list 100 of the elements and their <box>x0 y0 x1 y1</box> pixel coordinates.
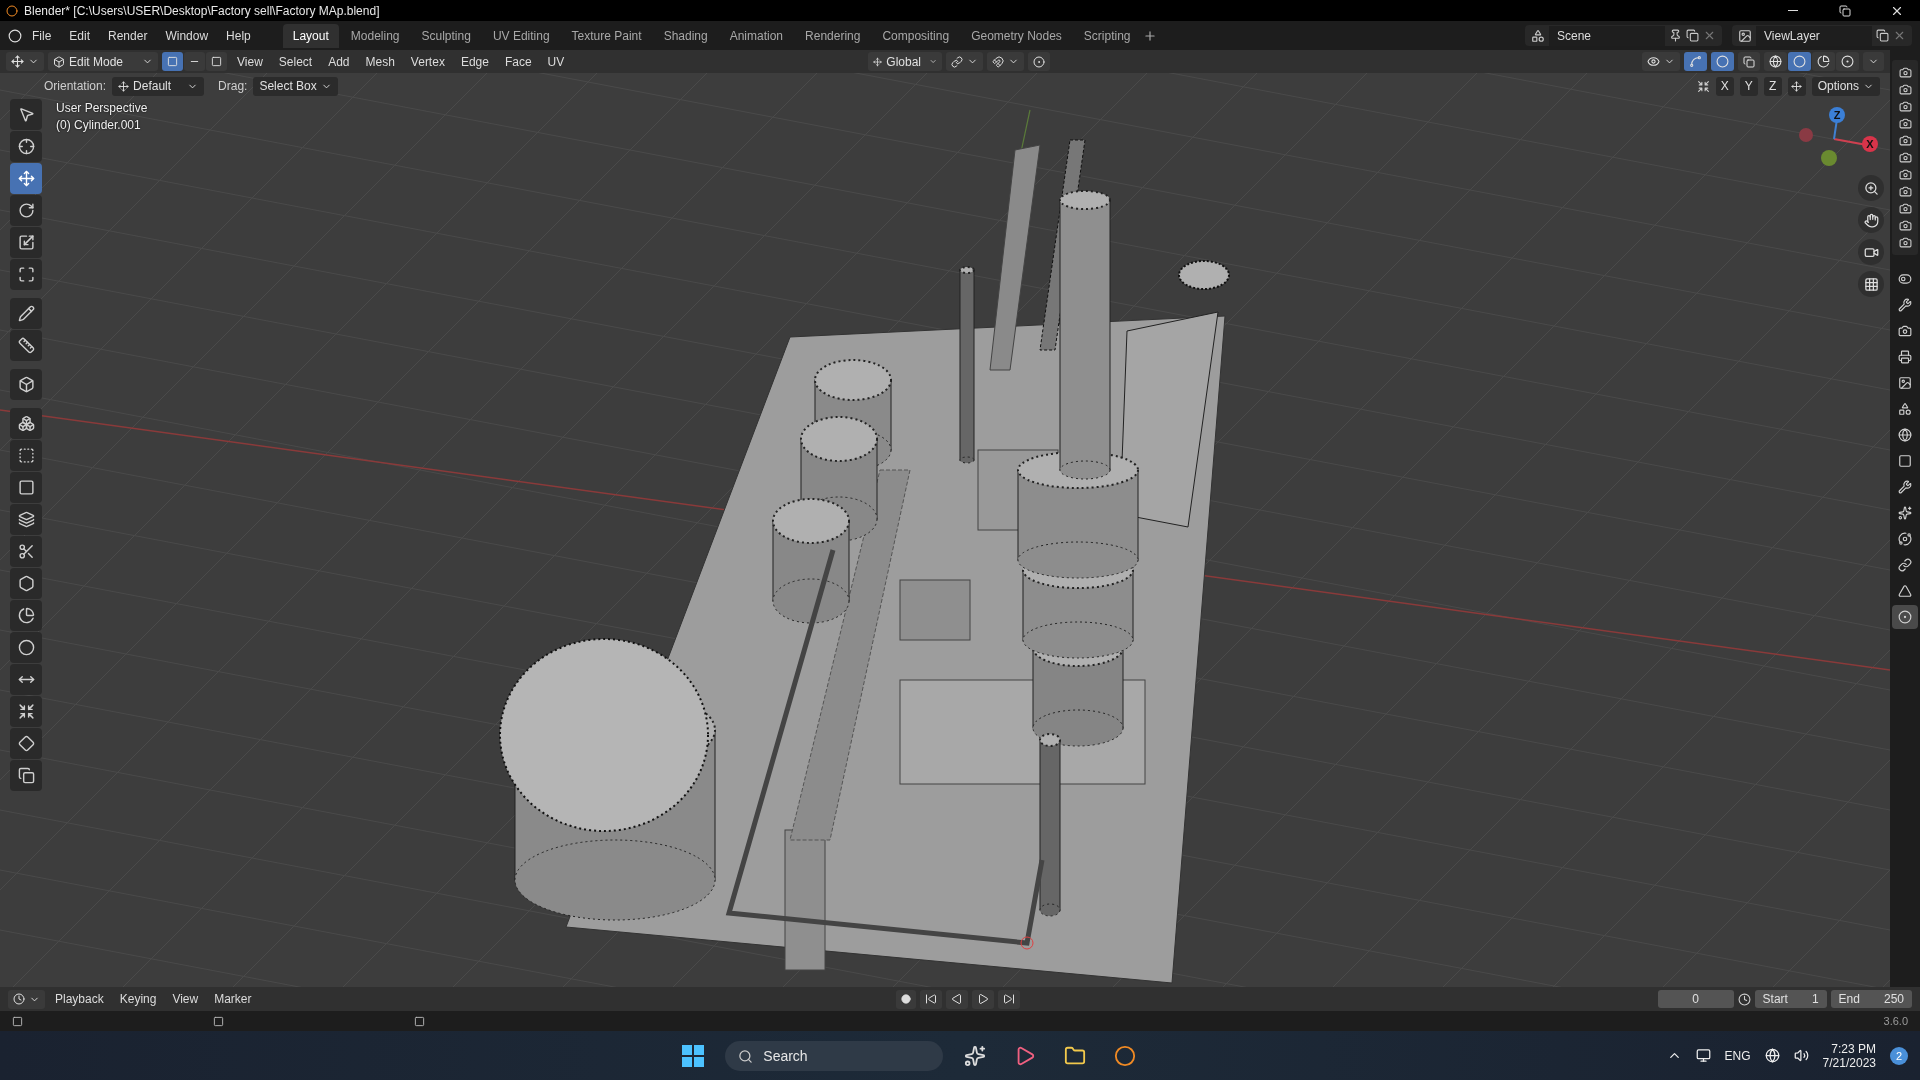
zoom-button[interactable] <box>1858 175 1884 201</box>
workspace-tab[interactable]: Animation <box>719 23 794 48</box>
clock-date[interactable]: 7/21/2023 <box>1822 1055 1876 1070</box>
header-menu-item[interactable]: Add <box>322 52 356 71</box>
workspace-tab[interactable]: Compositing <box>872 23 960 48</box>
tool-button[interactable] <box>10 728 42 759</box>
language-indicator[interactable]: ENG <box>1724 1048 1751 1063</box>
snap-button[interactable] <box>987 52 1025 71</box>
tool-button[interactable] <box>10 504 42 535</box>
camera-icon[interactable] <box>1898 66 1912 79</box>
header-menu-item[interactable]: Edge <box>454 52 495 71</box>
properties-tab[interactable] <box>1892 605 1918 629</box>
duplicate-icon[interactable] <box>1876 29 1889 42</box>
camera-icon[interactable] <box>1898 117 1912 130</box>
tool-button[interactable] <box>10 330 42 361</box>
shading-button[interactable] <box>1764 52 1787 71</box>
pivot-button[interactable] <box>946 52 984 71</box>
orientation-dropdown[interactable]: Default <box>112 76 205 96</box>
tool-button[interactable] <box>10 298 42 329</box>
camera-icon[interactable] <box>1898 185 1912 198</box>
face-mode-button[interactable] <box>206 52 227 71</box>
camera-icon[interactable] <box>1898 151 1912 164</box>
grid-view-button[interactable] <box>1858 271 1884 297</box>
header-menu-item[interactable]: UV <box>541 52 571 71</box>
header-menu-item[interactable]: Face <box>498 52 538 71</box>
tool-button[interactable] <box>10 760 42 791</box>
tool-button[interactable] <box>10 600 42 631</box>
camera-icon[interactable] <box>1898 100 1912 113</box>
workspace-tab[interactable]: Rendering <box>795 23 871 48</box>
workspace-tab[interactable]: Sculpting <box>411 23 481 48</box>
play-button[interactable] <box>971 989 994 1009</box>
header-menu-item[interactable]: View <box>231 52 269 71</box>
camera-icon[interactable] <box>1898 219 1912 232</box>
jump-start-button[interactable] <box>919 989 942 1009</box>
tool-button[interactable] <box>10 227 42 258</box>
editor-type-button[interactable] <box>6 52 44 71</box>
menu-item[interactable]: Window <box>157 25 217 46</box>
tool-button[interactable] <box>10 99 42 130</box>
options-dropdown[interactable]: Options <box>1811 76 1880 96</box>
workspace-tab[interactable]: Texture Paint <box>561 23 652 48</box>
tool-button[interactable] <box>10 408 42 439</box>
tool-button[interactable] <box>10 259 42 290</box>
pan-button[interactable] <box>1858 207 1884 233</box>
tool-button[interactable] <box>10 163 42 194</box>
axis-gizmo[interactable]: Z X <box>1794 99 1884 169</box>
image-icon[interactable] <box>1738 28 1752 43</box>
mirror-axis-button[interactable]: Y <box>1739 76 1758 96</box>
end-frame-field[interactable]: End 250 <box>1830 990 1912 1008</box>
tool-button[interactable] <box>10 696 42 727</box>
menu-item[interactable]: File <box>24 25 60 46</box>
gizmo-button[interactable] <box>1684 52 1707 71</box>
header-menu-item[interactable]: Mesh <box>359 52 401 71</box>
mirror-axis-button[interactable]: X <box>1715 76 1734 96</box>
play-reverse-button[interactable] <box>945 989 968 1009</box>
drag-dropdown[interactable]: Select Box <box>253 76 338 96</box>
view-layer-field[interactable]: ViewLayer <box>1756 25 1872 46</box>
workspace-tab[interactable]: Scripting <box>1073 23 1141 48</box>
camera-icon[interactable] <box>1898 83 1912 96</box>
network-icon[interactable] <box>1764 1048 1780 1063</box>
current-frame-field[interactable]: 0 <box>1657 990 1734 1008</box>
taskbar-search-field[interactable]: Search <box>725 1040 944 1071</box>
camera-icon[interactable] <box>1898 202 1912 215</box>
camera-view-button[interactable] <box>1858 239 1884 265</box>
camera-icon[interactable] <box>1898 134 1912 147</box>
shading-button[interactable] <box>1788 52 1811 71</box>
volume-icon[interactable] <box>1793 1048 1809 1063</box>
workspace-tab[interactable]: UV Editing <box>482 23 560 48</box>
camera-icon[interactable] <box>1898 168 1912 181</box>
add-icon[interactable] <box>1142 28 1157 43</box>
camera-icon[interactable] <box>1898 236 1912 249</box>
menu-item[interactable]: Edit <box>61 25 99 46</box>
menu-item[interactable]: Help <box>218 25 259 46</box>
tool-button[interactable] <box>10 472 42 503</box>
timeline-menu-item[interactable]: Marker <box>208 990 258 1008</box>
header-menu-item[interactable]: Select <box>272 52 319 71</box>
tool-button[interactable] <box>10 440 42 471</box>
scene-field[interactable]: Scene <box>1549 25 1665 46</box>
jump-end-button[interactable] <box>997 989 1020 1009</box>
proportional-button[interactable] <box>1028 52 1051 71</box>
header-menu-item[interactable]: Vertex <box>404 52 451 71</box>
xray-button[interactable] <box>1738 52 1760 71</box>
vertex-mode-button[interactable] <box>162 52 183 71</box>
monitor-icon[interactable] <box>1695 1048 1711 1063</box>
tool-button[interactable] <box>10 195 42 226</box>
orientation-dropdown[interactable]: Global <box>868 52 943 71</box>
tool-button[interactable] <box>10 131 42 162</box>
duplicate-icon[interactable] <box>1686 29 1699 42</box>
timeline-menu-item[interactable]: View <box>166 990 205 1008</box>
menu-item[interactable]: Render <box>100 25 156 46</box>
start-frame-field[interactable]: Start 1 <box>1754 990 1827 1008</box>
workspace-tab[interactable]: Shading <box>653 23 718 48</box>
timeline-menu-item[interactable]: Keying <box>113 990 163 1008</box>
auto-merge-button[interactable] <box>1787 76 1806 96</box>
tool-button[interactable] <box>10 568 42 599</box>
tool-button[interactable] <box>10 536 42 567</box>
editor-type-button[interactable] <box>8 989 45 1009</box>
shapes-icon[interactable] <box>1531 28 1545 43</box>
workspace-tab[interactable]: Modeling <box>340 23 410 48</box>
clock-time[interactable]: 7:23 PM <box>1831 1041 1876 1056</box>
mirror-axis-button[interactable]: Z <box>1763 76 1782 96</box>
